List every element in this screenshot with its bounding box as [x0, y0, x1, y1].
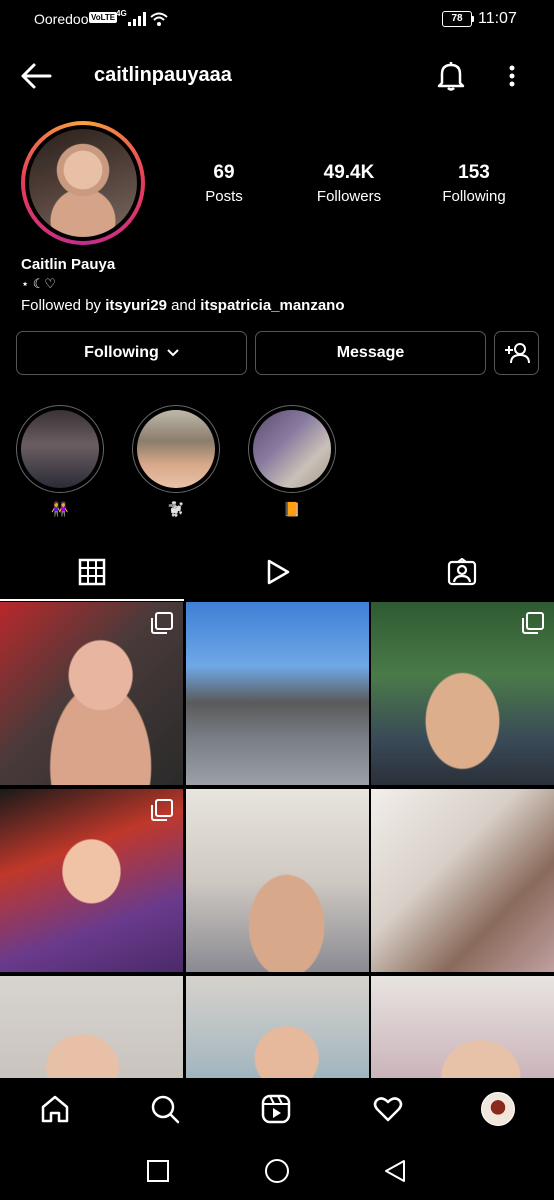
highlight-ring: [132, 405, 220, 493]
wifi-icon: [150, 12, 168, 26]
post-thumbnail[interactable]: [186, 789, 369, 972]
nav-profile[interactable]: [481, 1092, 515, 1126]
carrier-name: Ooredoo: [34, 11, 89, 27]
post-thumbnail[interactable]: [186, 976, 369, 1078]
clock: 11:07: [478, 10, 517, 27]
bell-icon[interactable]: [436, 60, 466, 92]
following-count: 153: [458, 162, 490, 183]
nav-activity[interactable]: [371, 1092, 405, 1126]
reels-icon: [267, 559, 290, 585]
search-icon: [151, 1095, 180, 1124]
tab-grid[interactable]: [0, 543, 184, 601]
posts-count: 69: [213, 162, 235, 183]
followers-stat[interactable]: 49.4K Followers: [294, 162, 404, 205]
followed-by-prefix: Followed by: [21, 297, 106, 314]
tab-tagged[interactable]: [370, 543, 554, 601]
reels-nav-icon: [261, 1094, 291, 1124]
following-button-label: Following: [84, 344, 159, 361]
profile-header: caitlinpauyaaa: [0, 54, 554, 98]
grid-icon: [78, 558, 106, 586]
followed-by-join: and: [166, 297, 201, 314]
nav-search[interactable]: [148, 1092, 182, 1126]
highlight-label: 👭: [51, 501, 69, 517]
system-navigation-bar: [0, 1140, 554, 1200]
highlight-label: 🐩: [167, 501, 185, 517]
followers-count: 49.4K: [323, 162, 375, 183]
back-arrow-icon[interactable]: [20, 62, 52, 90]
battery-nub: [472, 16, 474, 22]
post-thumbnail[interactable]: [0, 602, 183, 785]
following-label: Following: [442, 188, 506, 205]
add-person-icon: [504, 343, 530, 364]
post-thumbnail[interactable]: [371, 976, 554, 1078]
post-thumbnail[interactable]: [0, 789, 183, 972]
highlight-item[interactable]: 🐩: [132, 405, 220, 518]
message-button[interactable]: Message: [255, 331, 486, 375]
post-thumbnail[interactable]: [0, 976, 183, 1078]
volte-badge: VoLTE: [89, 12, 118, 23]
followed-by-user-2[interactable]: itspatricia_manzano: [200, 297, 344, 314]
post-thumbnail[interactable]: [371, 602, 554, 785]
more-vertical-icon[interactable]: [500, 62, 524, 90]
home-icon: [41, 1095, 69, 1123]
highlight-item[interactable]: 📙: [248, 405, 336, 518]
highlight-cover: [137, 410, 215, 488]
carousel-icon: [151, 612, 173, 634]
suggested-users-button[interactable]: [494, 331, 539, 375]
followed-by[interactable]: Followed by itsyuri29 and itspatricia_ma…: [21, 297, 345, 314]
tab-reels[interactable]: [185, 543, 369, 601]
highlight-label: 📙: [283, 501, 301, 517]
tagged-icon: [447, 558, 477, 586]
content-tabs: [0, 543, 554, 601]
highlight-cover: [21, 410, 99, 488]
full-name: Caitlin Pauya: [21, 256, 116, 273]
posts-stat[interactable]: 69 Posts: [169, 162, 279, 205]
highlight-ring: [16, 405, 104, 493]
battery-icon: 78: [442, 11, 472, 27]
nav-reels[interactable]: [259, 1092, 293, 1126]
posts-grid: [0, 602, 554, 1078]
highlight-item[interactable]: 👭: [16, 405, 104, 518]
following-button[interactable]: Following: [16, 331, 247, 375]
carousel-icon: [151, 799, 173, 821]
message-button-label: Message: [336, 344, 405, 361]
highlight-ring: [248, 405, 336, 493]
nav-home[interactable]: [38, 1092, 72, 1126]
followers-label: Followers: [316, 188, 382, 205]
bio: ⋆ ☾♡: [21, 276, 57, 291]
highlight-cover: [253, 410, 331, 488]
back-triangle-icon[interactable]: [382, 1158, 408, 1184]
posts-label: Posts: [205, 188, 243, 205]
post-thumbnail[interactable]: [371, 789, 554, 972]
avatar-border: [25, 125, 141, 241]
bottom-nav: [0, 1078, 554, 1140]
recents-icon[interactable]: [145, 1158, 171, 1184]
profile-avatar[interactable]: [21, 121, 145, 245]
home-circle-icon[interactable]: [264, 1158, 290, 1184]
profile-avatar-icon: [481, 1092, 515, 1126]
profile-username: caitlinpauyaaa: [94, 64, 232, 86]
followed-by-user-1[interactable]: itsyuri29: [105, 297, 167, 314]
chevron-down-icon: [167, 349, 179, 357]
heart-icon: [373, 1097, 403, 1122]
status-bar: Ooredoo VoLTE 4G 78 11:07: [0, 0, 554, 40]
active-tab-indicator: [0, 599, 184, 601]
signal-icon: [128, 12, 146, 26]
carousel-icon: [522, 612, 544, 634]
avatar-photo: [29, 129, 137, 237]
post-thumbnail[interactable]: [186, 602, 369, 785]
following-stat[interactable]: 153 Following: [419, 162, 529, 205]
network-type: 4G: [116, 9, 127, 18]
